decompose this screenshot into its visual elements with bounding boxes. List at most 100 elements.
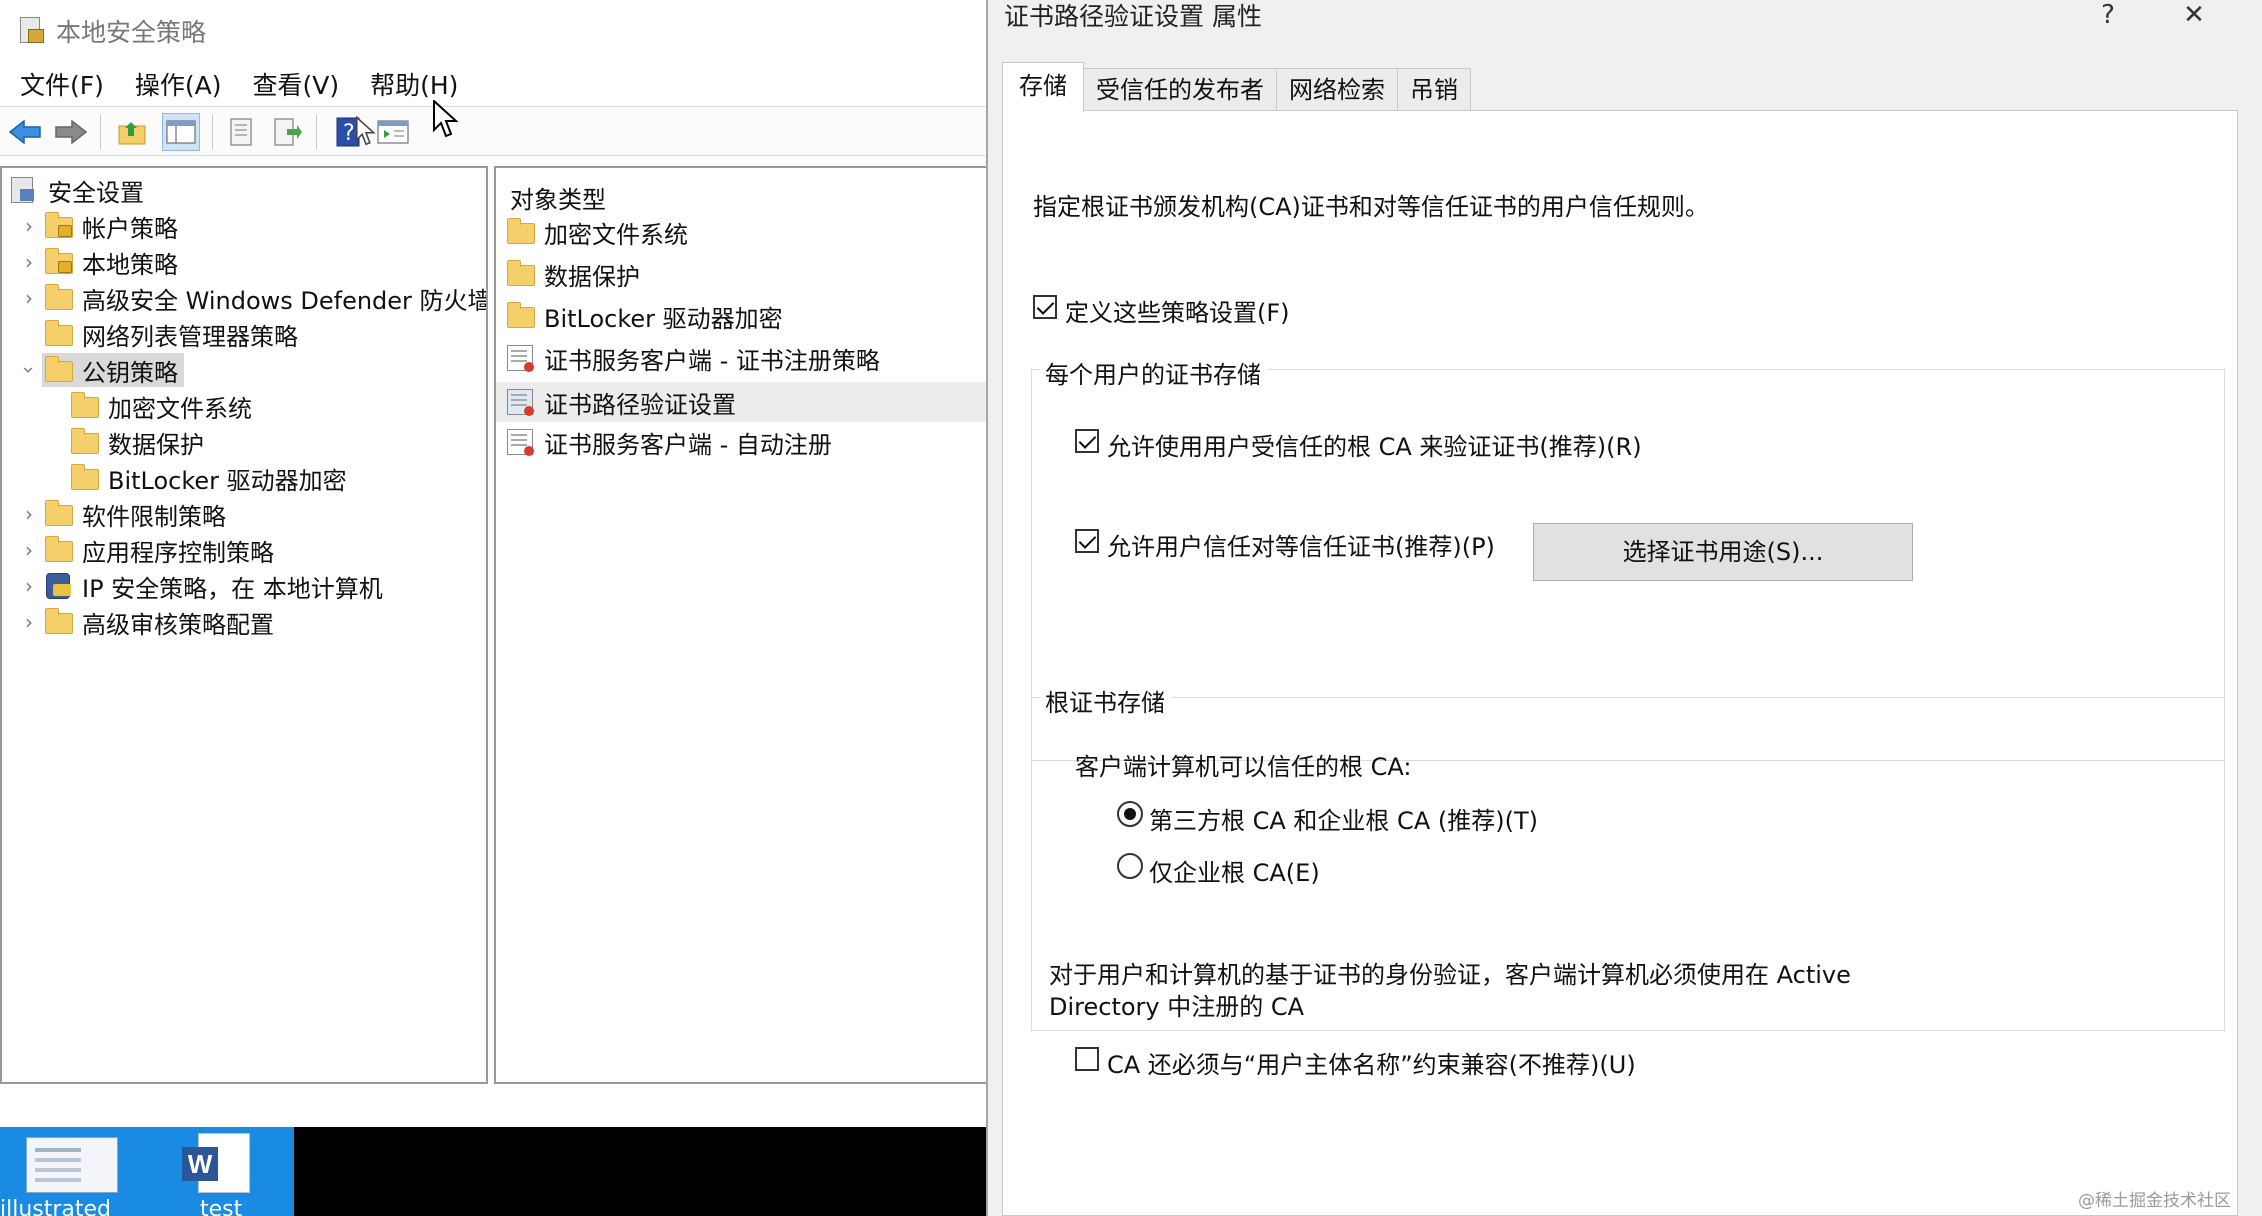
define-policy-checkbox[interactable] (1033, 295, 1057, 319)
back-icon[interactable] (6, 113, 44, 151)
close-button[interactable]: ✕ (2172, 0, 2216, 34)
list-item-bitlocker[interactable]: BitLocker 驱动器加密 (504, 298, 986, 334)
tree-item-label: 帐户策略 (82, 214, 178, 243)
folder-lock-icon (42, 211, 76, 241)
desktop-item-label: illustrated (0, 1197, 112, 1216)
folder-icon (42, 319, 76, 349)
forward-icon[interactable] (52, 113, 90, 151)
folder-icon (42, 535, 76, 565)
certificate-icon (504, 427, 538, 457)
per-user-store-group-title: 每个用户的证书存储 (1039, 355, 1267, 390)
folder-icon (42, 283, 76, 313)
tree-item-label: 软件限制策略 (82, 502, 226, 531)
mmc-title: 本地安全策略 (56, 18, 207, 47)
tree-item-firewall[interactable]: › 高级安全 Windows Defender 防火墙 (16, 280, 488, 316)
tree-item-label: IP 安全策略，在 本地计算机 (82, 574, 383, 603)
folder-icon (42, 607, 76, 637)
tree-item-public-key-policies[interactable]: › 公钥策略 (16, 352, 184, 388)
tab-network-retrieval[interactable]: 网络检索 (1276, 68, 1398, 112)
word-document-icon[interactable]: W (182, 1133, 254, 1197)
folder-icon (68, 427, 102, 457)
list-item-label: 加密文件系统 (544, 220, 688, 249)
list-item-efs[interactable]: 加密文件系统 (504, 214, 986, 250)
allow-root-ca-checkbox[interactable] (1075, 429, 1099, 453)
console-tree: 安全设置 › 帐户策略 › 本地策略 › 高级安全 Windows Defend… (0, 166, 488, 1084)
tree-item-label: 网络列表管理器策略 (82, 322, 298, 351)
upn-constraint-label[interactable]: CA 还必须与“用户主体名称”约束兼容(不推荐)(U) (1107, 1045, 1636, 1080)
list-item-data-protection[interactable]: 数据保护 (504, 256, 986, 292)
chevron-right-icon[interactable]: › (16, 496, 42, 532)
tab-trusted-publishers[interactable]: 受信任的发布者 (1083, 68, 1277, 112)
tree-item-label: 高级安全 Windows Defender 防火墙 (82, 286, 488, 315)
local-security-policy-icon (18, 15, 46, 47)
tree-item-ip-security[interactable]: › IP 安全策略，在 本地计算机 (16, 568, 383, 604)
certificate-icon (504, 387, 538, 417)
allow-root-ca-label[interactable]: 允许使用用户受信任的根 CA 来验证证书(推荐)(R) (1107, 427, 1642, 462)
chevron-right-icon[interactable]: › (16, 568, 42, 604)
chevron-right-icon[interactable]: › (16, 280, 42, 316)
folder-icon (68, 391, 102, 421)
menu-view[interactable]: 查看(V) (242, 66, 351, 106)
tree-item-security-settings[interactable]: 安全设置 (8, 172, 144, 208)
chevron-right-icon[interactable]: › (16, 244, 42, 280)
mmc-titlebar: 本地安全策略 (0, 0, 986, 62)
allow-peer-trust-checkbox[interactable] (1075, 529, 1099, 553)
root-store-group-title: 根证书存储 (1039, 683, 1171, 718)
folder-icon (504, 301, 538, 331)
list-item-auto-enrollment[interactable]: 证书服务客户端 - 自动注册 (504, 424, 986, 460)
tree-item-software-restriction[interactable]: › 软件限制策略 (16, 496, 226, 532)
folder-icon (42, 499, 76, 529)
tab-revocation[interactable]: 吊销 (1397, 68, 1471, 112)
tree-item-label: 应用程序控制策略 (82, 538, 274, 567)
column-header-object-type[interactable]: 对象类型 (510, 180, 606, 215)
tree-selection: 公钥策略 (42, 353, 184, 387)
menu-action[interactable]: 操作(A) (124, 66, 233, 106)
tree-item-label: 数据保护 (108, 430, 204, 459)
list-item-label: BitLocker 驱动器加密 (544, 304, 783, 333)
tree-item-bitlocker[interactable]: BitLocker 驱动器加密 (68, 460, 347, 496)
tree-item-data-protection[interactable]: 数据保护 (68, 424, 204, 460)
details-pane: 对象类型 加密文件系统 数据保护 BitLocker 驱动器加密 证书服务客户端… (494, 166, 986, 1084)
console-view-icon[interactable] (374, 113, 412, 151)
chevron-right-icon[interactable]: › (16, 532, 42, 568)
show-hide-console-tree-icon[interactable] (162, 113, 200, 151)
properties-dialog: 证书路径验证设置 属性 ? ✕ 存储 受信任的发布者 网络检索 吊销 指定根证书… (986, 0, 2262, 1216)
tree-item-advanced-audit[interactable]: › 高级审核策略配置 (16, 604, 274, 640)
define-policy-label[interactable]: 定义这些策略设置(F) (1065, 293, 1290, 328)
export-list-icon[interactable] (268, 113, 306, 151)
help-button[interactable]: ? (2086, 0, 2130, 34)
tree-item-app-control[interactable]: › 应用程序控制策略 (16, 532, 274, 568)
list-item-label: 证书服务客户端 - 证书注册策略 (544, 346, 880, 375)
allow-peer-trust-label[interactable]: 允许用户信任对等信任证书(推荐)(P) (1107, 527, 1495, 562)
tree-item-account-policies[interactable]: › 帐户策略 (16, 208, 178, 244)
tree-item-label: 公钥策略 (82, 358, 178, 387)
tree-item-label: 安全设置 (48, 178, 144, 207)
select-certificate-purposes-button[interactable]: 选择证书用途(S)... (1533, 523, 1913, 581)
desktop-item-illustrated[interactable] (26, 1137, 118, 1193)
dialog-title: 证书路径验证设置 属性 (1004, 2, 1262, 31)
tree-item-network-list[interactable]: 网络列表管理器策略 (16, 316, 298, 352)
watermark: @稀土掘金技术社区 (2078, 1191, 2231, 1211)
up-folder-icon[interactable] (114, 113, 152, 151)
tree-item-efs[interactable]: 加密文件系统 (68, 388, 252, 424)
properties-icon[interactable] (222, 113, 260, 151)
list-item-path-validation[interactable]: 证书路径验证设置 (496, 382, 986, 422)
ip-security-icon (42, 571, 76, 601)
upn-constraint-checkbox[interactable] (1075, 1047, 1099, 1071)
folder-icon (68, 463, 102, 493)
third-party-and-enterprise-root-label[interactable]: 第三方根 CA 和企业根 CA (推荐)(T) (1149, 801, 1538, 836)
tree-item-local-policies[interactable]: › 本地策略 (16, 244, 178, 280)
list-item-enrollment-policy[interactable]: 证书服务客户端 - 证书注册策略 (504, 340, 986, 376)
list-item-label: 证书路径验证设置 (544, 390, 736, 419)
chevron-right-icon[interactable]: › (16, 604, 42, 640)
third-party-and-enterprise-root-radio[interactable] (1117, 801, 1143, 827)
chevron-right-icon[interactable]: › (16, 208, 42, 244)
enterprise-root-only-radio[interactable] (1117, 853, 1143, 879)
folder-icon (42, 355, 76, 385)
mouse-cursor-shadow-icon (356, 115, 376, 152)
menu-file[interactable]: 文件(F) (9, 66, 115, 106)
dialog-edge (2248, 40, 2262, 1216)
enterprise-root-only-label[interactable]: 仅企业根 CA(E) (1149, 853, 1320, 888)
tab-stores[interactable]: 存储 (1002, 62, 1084, 112)
desktop-strip: W illustrated test (0, 1127, 986, 1216)
